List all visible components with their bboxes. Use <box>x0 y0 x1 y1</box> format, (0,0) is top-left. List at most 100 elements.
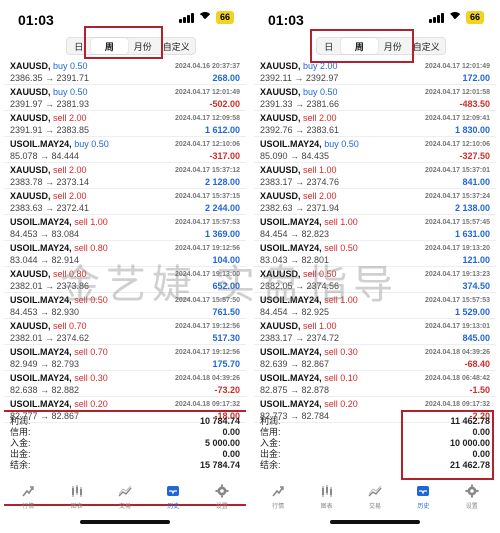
trade-action: sell 0.80 <box>74 243 108 253</box>
trade-instrument: XAUUSD, sell 0.70 <box>10 321 87 331</box>
tab-trade[interactable]: 交易 <box>105 484 145 510</box>
trade-prices: 82.639 → 82.867 <box>260 359 330 369</box>
trade-row-detail: 2382.63 → 2371.94 2 138.00 <box>260 202 490 214</box>
tab-quotes[interactable]: 行情 <box>8 484 48 510</box>
tab-history[interactable]: 历史 <box>403 484 443 510</box>
tab-label: 交易 <box>368 504 381 510</box>
trade-instrument: XAUUSD, sell 2.00 <box>10 113 87 123</box>
trade-row[interactable]: XAUUSD, buy 2.00 2024.04.17 12:01:49 2392.… <box>254 60 496 85</box>
trade-instrument: XAUUSD, buy 2.00 <box>260 61 338 71</box>
tab-label: 行情 <box>22 504 35 510</box>
trade-row-header: XAUUSD, sell 1.00 2024.04.17 19:13:01 <box>260 320 490 332</box>
trade-row[interactable]: USOIL.MAY24, sell 0.30 2024.04.18 04:39:2… <box>254 346 496 371</box>
trade-row-detail: 84.453 → 82.930 761.50 <box>10 306 240 318</box>
trade-timestamp: 2024.04.17 12:01:58 <box>425 88 490 96</box>
trade-row[interactable]: USOIL.MAY24, sell 0.50 2024.04.17 19:13:2… <box>254 242 496 267</box>
trade-row[interactable]: XAUUSD, sell 1.00 2024.04.17 19:13:01 2383… <box>254 320 496 345</box>
trade-row[interactable]: XAUUSD, buy 0.50 2024.04.17 12:01:58 2391.… <box>254 86 496 111</box>
trade-symbol: XAUUSD, <box>260 87 301 97</box>
tab-chart[interactable]: 图表 <box>57 484 97 510</box>
trade-row[interactable]: XAUUSD, sell 2.00 2024.04.17 15:37:15 2383… <box>4 190 246 215</box>
trade-instrument: USOIL.MAY24, sell 0.30 <box>10 373 108 383</box>
trade-row[interactable]: USOIL.MAY24, sell 0.70 2024.04.17 19:12:5… <box>4 346 246 371</box>
tab-label: 交易 <box>118 504 131 510</box>
trade-icon <box>118 484 132 500</box>
trade-profit: -73.20 <box>214 385 240 395</box>
trade-row[interactable]: XAUUSD, sell 2.00 2024.04.17 15:37:24 2382… <box>254 190 496 215</box>
trade-action: sell 2.00 <box>303 113 337 123</box>
trade-profit: 1 830.00 <box>454 125 490 135</box>
trade-row[interactable]: USOIL.MAY24, sell 1.00 2024.04.17 15:57:5… <box>4 216 246 241</box>
trade-prices: 2383.63 → 2372.41 <box>10 203 90 213</box>
trade-row[interactable]: XAUUSD, sell 2.00 2024.04.17 12:09:58 2391… <box>4 112 246 137</box>
trade-row[interactable]: USOIL.MAY24, buy 0.50 2024.04.17 12:10:06… <box>254 138 496 163</box>
trade-symbol: USOIL.MAY24, <box>10 373 72 383</box>
trade-row[interactable]: XAUUSD, buy 0.50 2024.04.16 20:37:37 2386.… <box>4 60 246 85</box>
trade-row-header: XAUUSD, buy 0.50 2024.04.16 20:37:37 <box>10 60 240 72</box>
trade-prices: 83.043 → 82.801 <box>260 255 330 265</box>
trade-timestamp: 2024.04.17 15:57:50 <box>175 296 240 304</box>
trade-row[interactable]: XAUUSD, sell 0.80 2024.04.17 19:13:00 2382… <box>4 268 246 293</box>
trade-row[interactable]: USOIL.MAY24, sell 0.50 2024.04.17 15:57:5… <box>4 294 246 319</box>
trade-row[interactable]: USOIL.MAY24, sell 1.00 2024.04.17 15:57:4… <box>254 216 496 241</box>
trade-row-header: USOIL.MAY24, buy 0.50 2024.04.17 12:10:06 <box>260 138 490 150</box>
trade-row-header: USOIL.MAY24, sell 0.50 2024.04.17 19:13:2… <box>260 242 490 254</box>
tab-settings[interactable]: 设置 <box>202 484 242 510</box>
trade-row-header: XAUUSD, sell 0.80 2024.04.17 19:13:00 <box>10 268 240 280</box>
trade-row-header: USOIL.MAY24, sell 1.00 2024.04.17 15:57:5… <box>260 294 490 306</box>
trade-row-header: XAUUSD, buy 2.00 2024.04.17 12:01:49 <box>260 60 490 72</box>
trade-symbol: XAUUSD, <box>10 61 51 71</box>
trade-prices: 2392.11 → 2392.97 <box>260 73 339 83</box>
trade-action: sell 0.50 <box>74 295 108 305</box>
summary-label: 结余: <box>260 460 281 470</box>
trade-row[interactable]: XAUUSD, sell 2.00 2024.04.17 12:09:41 2392… <box>254 112 496 137</box>
trade-symbol: XAUUSD, <box>260 191 301 201</box>
trade-instrument: XAUUSD, sell 2.00 <box>10 165 87 175</box>
trade-row[interactable]: XAUUSD, sell 0.50 2024.04.17 19:13:23 2382… <box>254 268 496 293</box>
trade-prices: 84.453 → 82.930 <box>10 307 80 317</box>
trade-row-header: XAUUSD, sell 1.00 2024.04.17 15:37:01 <box>260 164 490 176</box>
segment-custom[interactable]: 自定义 <box>158 38 195 54</box>
trade-row[interactable]: USOIL.MAY24, sell 1.00 2024.04.17 15:57:5… <box>254 294 496 319</box>
trade-action: sell 1.00 <box>303 165 337 175</box>
trade-timestamp: 2024.04.17 12:01:49 <box>425 62 490 70</box>
trade-row-header: XAUUSD, sell 0.70 2024.04.17 19:12:56 <box>10 320 240 332</box>
trade-instrument: USOIL.MAY24, sell 1.00 <box>10 217 108 227</box>
highlight-box-summary <box>401 410 494 480</box>
trade-symbol: USOIL.MAY24, <box>260 399 322 409</box>
trade-row[interactable]: USOIL.MAY24, buy 0.50 2024.04.17 12:10:06… <box>4 138 246 163</box>
trade-row[interactable]: XAUUSD, sell 2.00 2024.04.17 15:37:12 2383… <box>4 164 246 189</box>
trade-row[interactable]: XAUUSD, buy 0.50 2024.04.17 12:01:49 2391.… <box>4 86 246 111</box>
tab-chart[interactable]: 图表 <box>307 484 347 510</box>
trade-prices: 82.638 → 82.882 <box>10 385 80 395</box>
trade-row[interactable]: XAUUSD, sell 1.00 2024.04.17 15:37:01 2383… <box>254 164 496 189</box>
trade-row-header: USOIL.MAY24, sell 0.20 2024.04.18 09:17:3… <box>10 398 240 410</box>
trade-row-detail: 2383.17 → 2374.72 845.00 <box>260 332 490 344</box>
trade-action: sell 2.00 <box>53 165 87 175</box>
trade-prices: 2383.78 → 2373.14 <box>10 177 90 187</box>
trade-row[interactable]: USOIL.MAY24, sell 0.30 2024.04.18 04:39:2… <box>4 372 246 397</box>
trade-row-detail: 2383.17 → 2374.76 841.00 <box>260 176 490 188</box>
trade-row[interactable]: USOIL.MAY24, sell 0.80 2024.04.17 19:12:5… <box>4 242 246 267</box>
tab-history[interactable]: 历史 <box>153 484 193 510</box>
tab-trade[interactable]: 交易 <box>355 484 395 510</box>
settings-icon <box>465 484 479 500</box>
trade-action: sell 0.30 <box>324 347 358 357</box>
trade-prices: 84.454 → 82.823 <box>260 229 330 239</box>
trade-row-detail: 2392.76 → 2383.61 1 830.00 <box>260 124 490 136</box>
trade-row-detail: 2391.97 → 2381.93 -502.00 <box>10 98 240 110</box>
trade-instrument: XAUUSD, buy 0.50 <box>10 61 88 71</box>
screenshot-stage: 01:03 66 日 周 月份 自定义 XAUUSD, buy 0.50 2024… <box>0 0 500 533</box>
trade-instrument: XAUUSD, buy 0.50 <box>10 87 88 97</box>
trade-timestamp: 2024.04.18 04:39:26 <box>175 374 240 382</box>
trade-profit: 2 138.00 <box>454 203 490 213</box>
trade-row[interactable]: XAUUSD, sell 0.70 2024.04.17 19:12:56 2382… <box>4 320 246 345</box>
trade-profit: 172.00 <box>462 73 490 83</box>
tab-quotes[interactable]: 行情 <box>258 484 298 510</box>
trade-row-header: USOIL.MAY24, sell 1.00 2024.04.17 15:57:4… <box>260 216 490 228</box>
tab-settings[interactable]: 设置 <box>452 484 492 510</box>
trade-instrument: USOIL.MAY24, sell 0.30 <box>260 347 358 357</box>
trade-timestamp: 2024.04.17 15:57:53 <box>425 296 490 304</box>
status-time: 01:03 <box>18 12 54 28</box>
trade-row[interactable]: USOIL.MAY24, sell 0.10 2024.04.18 06:48:4… <box>254 372 496 397</box>
